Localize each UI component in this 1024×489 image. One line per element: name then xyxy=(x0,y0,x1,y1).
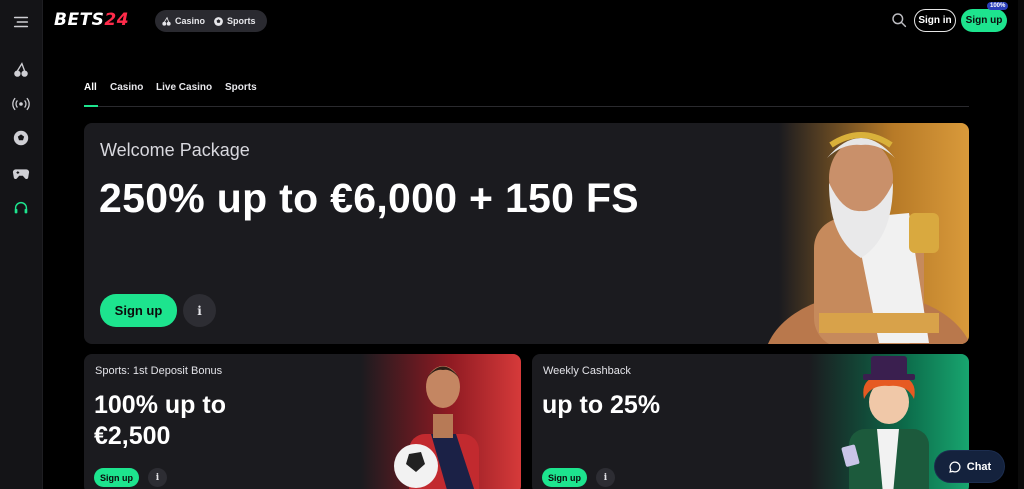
live-broadcast-icon[interactable] xyxy=(10,93,32,115)
zeus-character-image xyxy=(767,132,969,344)
tab-all[interactable]: All xyxy=(84,82,97,93)
weekly-cashback-card[interactable]: Weekly Cashback up to 25% Sign up i xyxy=(532,354,969,489)
logo-text: BETS xyxy=(54,10,105,30)
casino-cherries-icon[interactable] xyxy=(10,59,32,81)
card-sign-up-button[interactable]: Sign up xyxy=(94,468,139,487)
banner-sign-up-button[interactable]: Sign up xyxy=(100,294,177,327)
casino-cherries-icon xyxy=(162,16,171,26)
promo-badge: 100% xyxy=(987,2,1009,10)
menu-icon[interactable] xyxy=(10,11,32,33)
mode-switch: Casino Sports xyxy=(155,10,267,32)
banner-info-icon[interactable]: i xyxy=(183,294,216,327)
card-subtitle: Weekly Cashback xyxy=(543,365,631,377)
chat-label: Chat xyxy=(966,460,992,473)
sign-up-button[interactable]: Sign up xyxy=(961,9,1007,32)
mode-casino-button[interactable]: Casino xyxy=(161,16,205,27)
card-title: up to 25% xyxy=(542,390,660,421)
banner-title: 250% up to €6,000 + 150 FS xyxy=(99,175,639,221)
welcome-package-banner[interactable]: Welcome Package 250% up to €6,000 + 150 … xyxy=(84,123,969,344)
tab-sports[interactable]: Sports xyxy=(225,82,257,93)
support-headset-icon[interactable] xyxy=(10,197,32,219)
card-title-line: 100% up to xyxy=(94,391,226,419)
tab-live-casino[interactable]: Live Casino xyxy=(156,82,212,93)
card-sign-up-button[interactable]: Sign up xyxy=(542,468,587,487)
search-icon[interactable] xyxy=(891,12,907,28)
card-info-icon[interactable]: i xyxy=(148,468,167,487)
card-subtitle: Sports: 1st Deposit Bonus xyxy=(95,365,223,377)
chat-button[interactable]: Chat xyxy=(935,451,1004,482)
brand-logo[interactable]: BETS24 xyxy=(54,10,129,30)
category-tabs: All Casino Live Casino Sports xyxy=(84,80,969,107)
sports-bonus-card[interactable]: Sports: 1st Deposit Bonus 100% up to €2,… xyxy=(84,354,521,489)
mode-casino-label: Casino xyxy=(175,16,206,26)
logo-number: 24 xyxy=(104,10,130,30)
banner-subtitle: Welcome Package xyxy=(100,140,250,160)
scrollbar[interactable] xyxy=(1018,0,1024,489)
card-title-line: €2,500 xyxy=(94,422,171,450)
card-title-line: up to 25% xyxy=(542,391,661,419)
tab-casino[interactable]: Casino xyxy=(110,82,143,93)
active-tab-indicator xyxy=(84,105,98,107)
card-info-icon[interactable]: i xyxy=(596,468,615,487)
card-title: 100% up to €2,500 xyxy=(94,390,226,452)
mode-sports-label: Sports xyxy=(227,16,256,26)
sign-in-button[interactable]: Sign in xyxy=(914,9,956,32)
mode-sports-button[interactable]: Sports xyxy=(213,16,256,27)
gamepad-icon[interactable] xyxy=(10,162,32,184)
sports-ball-icon xyxy=(214,16,223,26)
sidebar xyxy=(0,0,43,489)
football-player-image xyxy=(394,366,479,489)
top-header: BETS24 Casino Sports Sign in Sign up 100… xyxy=(43,0,1024,42)
sports-ball-icon[interactable] xyxy=(10,127,32,149)
chat-bubble-icon xyxy=(949,460,961,473)
